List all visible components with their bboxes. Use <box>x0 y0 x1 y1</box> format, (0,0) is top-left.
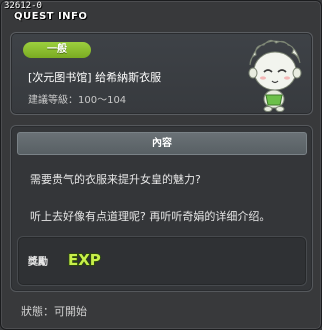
title-bar[interactable]: 32612-0 QUEST INFO <box>1 1 321 23</box>
quest-name: [次元图书馆] 给希納斯衣服 <box>28 71 162 84</box>
reward-box: 獎勵 EXP <box>17 236 307 286</box>
quest-id: 32612-0 <box>4 1 42 11</box>
window-title: QUEST INFO <box>14 11 88 22</box>
exp-text: EXP <box>68 251 101 269</box>
description-line: 需要贵气的衣服来提升女皇的魅力? <box>30 173 201 186</box>
exp-reward-icon[interactable]: EXP <box>66 248 102 270</box>
description-line: 听上去好像有点道理呢? 再听听奇娟的详细介绍。 <box>30 210 271 223</box>
quest-level-range: 建議等級：100～104 <box>28 95 127 106</box>
content-header: 內容 <box>17 132 307 155</box>
reward-label: 獎勵 <box>28 257 48 268</box>
quest-category-badge: 一般 <box>23 42 91 58</box>
quest-content-panel: 內容 需要贵气的衣服来提升女皇的魅力? 听上去好像有点道理呢? 再听听奇娟的详细… <box>10 125 313 292</box>
quest-status: 狀態：可開始 <box>21 305 87 318</box>
npc-portrait-icon <box>248 39 302 112</box>
quest-info-panel: 一般 [次元图书馆] 给希納斯衣服 建議等級：100～104 <box>10 32 313 115</box>
quest-info-window: 32612-0 QUEST INFO 一般 [次元图书馆] 给希納斯衣服 建議等… <box>0 0 322 330</box>
